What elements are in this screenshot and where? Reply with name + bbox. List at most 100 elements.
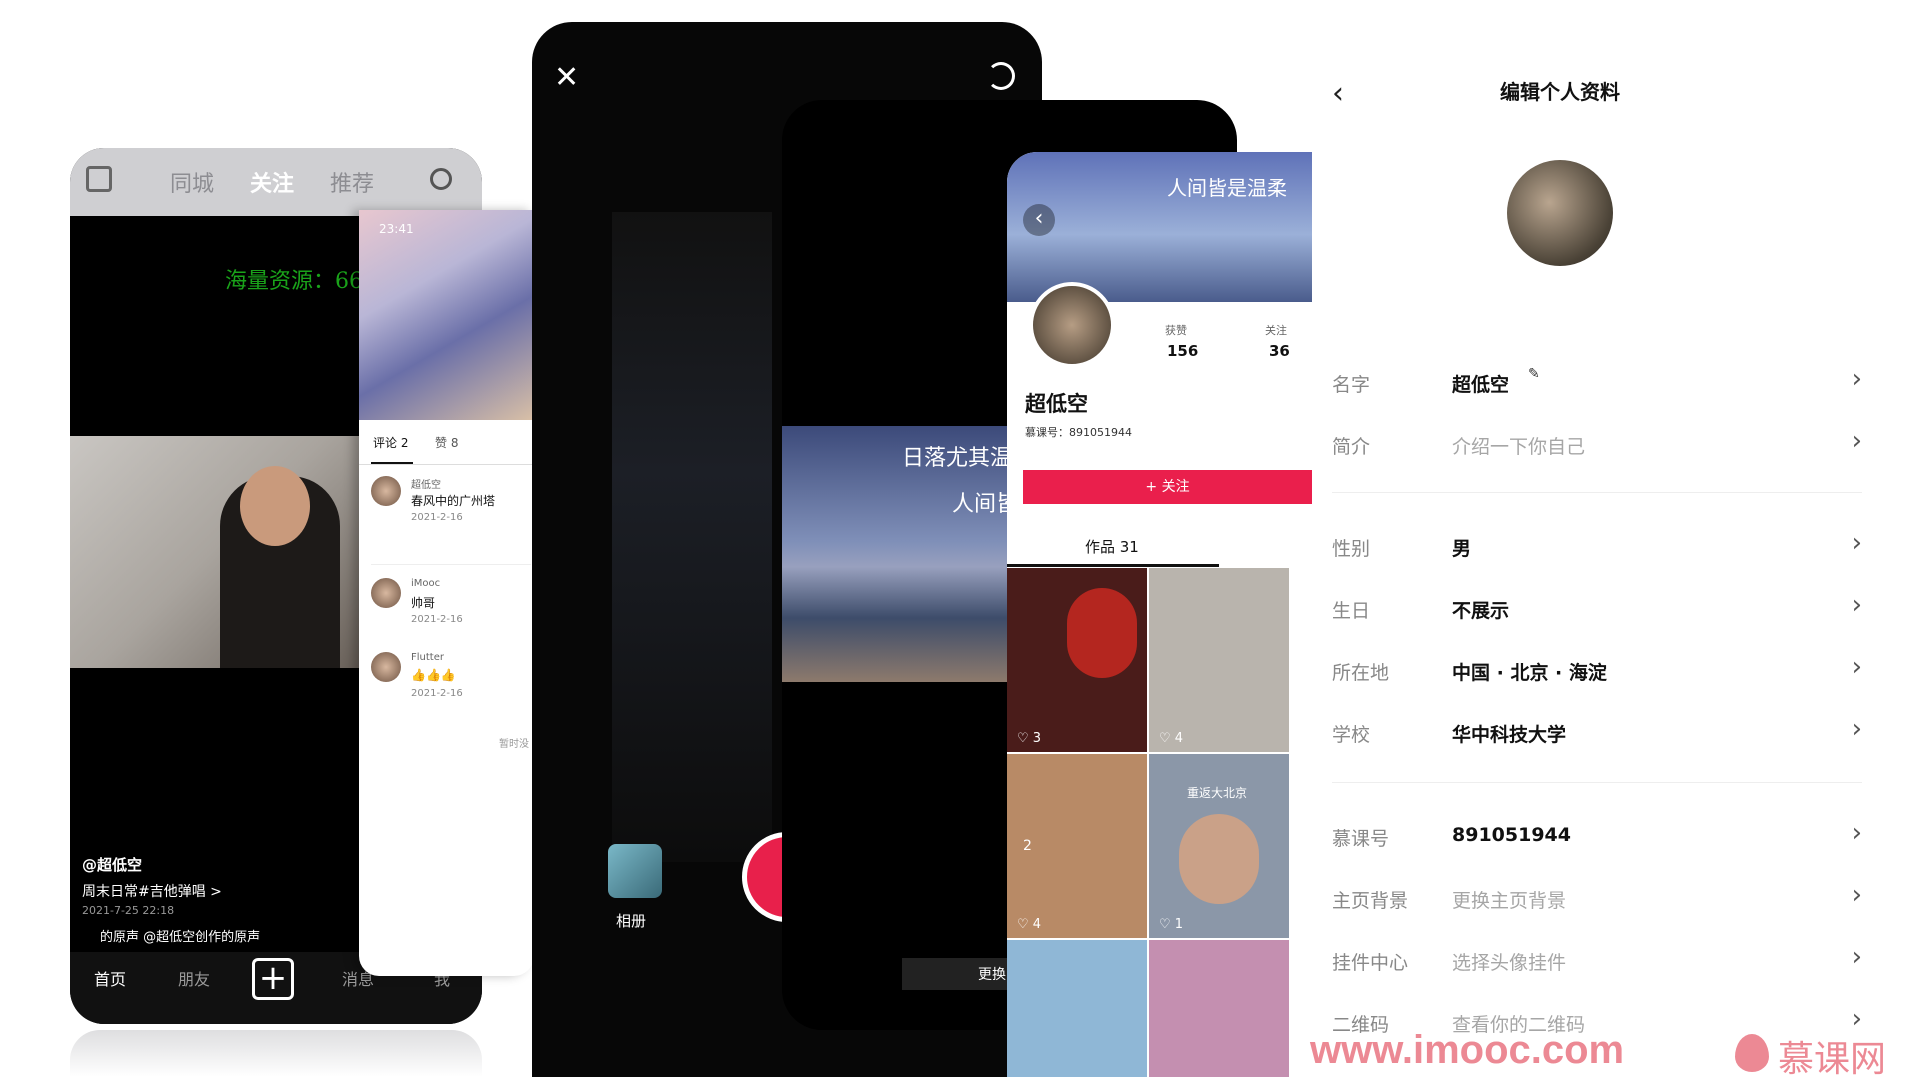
row-label: 性别 xyxy=(1332,538,1371,560)
chevron-right-icon: › xyxy=(1851,818,1862,848)
comment-divider xyxy=(371,564,531,565)
profile-row-gender[interactable]: 性别 男 › xyxy=(1332,526,1862,566)
work-thumbnail[interactable]: ♡ 3 xyxy=(1007,568,1147,752)
profile-row-imooc-id[interactable]: 慕课号 891051944 › xyxy=(1332,816,1862,856)
flip-camera-icon[interactable] xyxy=(987,62,1015,90)
chevron-right-icon: › xyxy=(1851,426,1862,456)
chevron-right-icon: › xyxy=(1851,942,1862,972)
profile-row-pendant[interactable]: 挂件中心 选择头像挂件 › xyxy=(1332,940,1862,980)
row-label: 名字 xyxy=(1332,374,1371,396)
nav-home[interactable]: 首页 xyxy=(94,966,126,990)
tab-following[interactable]: 关注 xyxy=(250,166,294,198)
row-value: 华中科技大学 xyxy=(1452,724,1567,746)
profile-row-name[interactable]: 名字 超低空 ✎ › xyxy=(1332,362,1862,402)
profile-row-school[interactable]: 学校 华中科技大学 › xyxy=(1332,712,1862,752)
tab-recommend[interactable]: 推荐 xyxy=(330,166,374,198)
work-likes: ♡ 3 xyxy=(1017,731,1042,746)
row-value: 891051944 xyxy=(1452,824,1571,846)
create-plus-icon[interactable]: + xyxy=(252,958,294,1000)
tabs-divider xyxy=(359,464,534,465)
video-caption[interactable]: 周末日常#吉他弹唱 > xyxy=(82,881,222,901)
brand-logo-text: 慕课网 xyxy=(1778,1039,1887,1080)
comment-user[interactable]: iMooc xyxy=(411,578,440,589)
video-date: 2021-7-25 22:18 xyxy=(82,904,175,917)
edit-pencil-icon: ✎ xyxy=(1528,366,1540,382)
chevron-right-icon: › xyxy=(1851,364,1862,394)
sunset-sea-image: 日落尤其温柔 人间皆是 xyxy=(782,426,1040,682)
comment-text: 👍👍👍 xyxy=(411,668,456,682)
search-icon[interactable] xyxy=(430,168,452,190)
row-value: 介绍一下你自己 xyxy=(1452,436,1586,458)
profile-row-background[interactable]: 主页背景 更换主页背景 › xyxy=(1332,878,1862,918)
banner-text: 人间皆是温柔 xyxy=(1167,176,1287,200)
album-label[interactable]: 相册 xyxy=(616,910,646,931)
status-time: 23:41 xyxy=(379,222,414,236)
night-city-background xyxy=(612,212,772,862)
row-value: 选择头像挂件 xyxy=(1452,952,1567,974)
feed-top-bar: 同城 关注 推荐 xyxy=(70,148,482,216)
scan-icon[interactable] xyxy=(86,166,112,192)
following-count[interactable]: 36 xyxy=(1269,342,1290,360)
work-number: 2 xyxy=(1023,838,1032,854)
avatar[interactable] xyxy=(1507,160,1613,266)
work-thumbnail[interactable] xyxy=(1007,940,1147,1077)
page-title: 编辑个人资料 xyxy=(1500,80,1620,104)
avatar xyxy=(371,652,401,682)
row-value: 男 xyxy=(1452,538,1472,560)
comments-tab[interactable]: 评论 2 xyxy=(373,434,408,451)
close-icon[interactable]: ✕ xyxy=(554,60,579,95)
row-label: 学校 xyxy=(1332,724,1371,746)
back-icon[interactable]: ‹ xyxy=(1023,204,1055,236)
masked-face xyxy=(1179,814,1259,904)
work-thumbnail[interactable]: ♡ 4 xyxy=(1149,568,1289,752)
comment-item[interactable]: iMooc 帅哥 2021-2-16 xyxy=(371,578,531,638)
comment-date: 2021-2-16 xyxy=(411,512,463,523)
row-label: 简介 xyxy=(1332,436,1371,458)
comment-item[interactable]: 超低空 春风中的广州塔 2021-2-16 xyxy=(371,476,531,536)
comment-user[interactable]: Flutter xyxy=(411,652,444,663)
nav-friends[interactable]: 朋友 xyxy=(178,966,210,990)
post-image xyxy=(359,210,534,420)
chevron-right-icon: › xyxy=(1851,590,1862,620)
work-thumbnail[interactable] xyxy=(1149,940,1289,1077)
change-label[interactable]: 更换 xyxy=(978,964,1006,984)
row-label: 慕课号 xyxy=(1332,828,1390,850)
profile-name: 超低空 xyxy=(1025,392,1088,416)
avatar[interactable] xyxy=(1029,282,1115,368)
video-author[interactable]: @超低空 xyxy=(82,854,142,875)
row-value: 超低空 xyxy=(1452,374,1510,396)
section-divider xyxy=(1332,782,1862,783)
album-thumbnail[interactable] xyxy=(608,844,662,898)
comment-date: 2021-2-16 xyxy=(411,614,463,625)
chevron-right-icon: › xyxy=(1851,880,1862,910)
profile-row-birthday[interactable]: 生日 不展示 › xyxy=(1332,588,1862,628)
profile-phone: 人间皆是温柔 ‹ 获赞 156 关注 36 超低空 慕课号：891051944 … xyxy=(1007,152,1312,1077)
comment-user[interactable]: 超低空 xyxy=(411,476,441,491)
row-label: 主页背景 xyxy=(1332,890,1409,912)
back-icon[interactable]: ‹ xyxy=(1332,76,1344,111)
work-title: 重返大北京 xyxy=(1187,786,1248,800)
following-label: 关注 xyxy=(1265,324,1287,337)
work-thumbnail[interactable]: 重返大北京 ♡ 1 xyxy=(1149,754,1289,938)
section-divider xyxy=(1332,492,1862,493)
lantern-shape xyxy=(1067,588,1137,678)
likes-tab[interactable]: 赞 8 xyxy=(435,434,458,451)
tab-city[interactable]: 同城 xyxy=(170,166,214,198)
work-thumbnail[interactable]: 2 ♡ 4 xyxy=(1007,754,1147,938)
follow-button[interactable]: + 关注 xyxy=(1023,470,1312,504)
comment-text: 帅哥 xyxy=(411,596,436,610)
row-label: 挂件中心 xyxy=(1332,952,1409,974)
profile-row-bio[interactable]: 简介 介绍一下你自己 › xyxy=(1332,424,1862,464)
row-value: 中国 · 北京 · 海淀 xyxy=(1452,662,1607,684)
music-text[interactable]: 的原声 @超低空创作的原声 xyxy=(100,926,260,945)
comments-footer: 暂时没 xyxy=(499,739,529,750)
works-tab-underline xyxy=(1007,564,1219,567)
works-tab[interactable]: 作品 31 xyxy=(1085,536,1139,557)
row-label: 所在地 xyxy=(1332,662,1390,684)
profile-row-location[interactable]: 所在地 中国 · 北京 · 海淀 › xyxy=(1332,650,1862,690)
comment-item[interactable]: Flutter 👍👍👍 2021-2-16 xyxy=(371,652,531,712)
row-value: 更换主页背景 xyxy=(1452,890,1567,912)
work-likes: ♡ 1 xyxy=(1159,917,1184,932)
row-label: 生日 xyxy=(1332,600,1371,622)
comment-date: 2021-2-16 xyxy=(411,688,463,699)
